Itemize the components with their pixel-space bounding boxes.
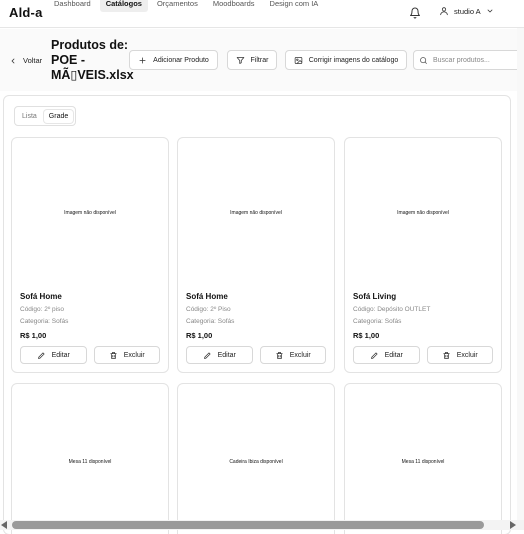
product-category: Categoria: Sofás [353, 318, 402, 325]
product-info: Sofá Home Código: 2º piso Categoria: Sof… [12, 288, 168, 340]
delete-button[interactable]: Excluir [426, 346, 493, 364]
product-code: Código: 2º piso [20, 306, 64, 313]
image-unavailable-text: Imagem não disponível [397, 210, 449, 216]
products-panel: Lista Grade Imagem não disponível Sofá H… [3, 95, 511, 534]
trash-icon [443, 351, 450, 359]
product-image-placeholder: Imagem não disponível [345, 138, 501, 288]
product-price: R$ 1,00 [353, 331, 380, 340]
product-search[interactable] [413, 50, 524, 70]
filter-button[interactable]: Filtrar [227, 50, 277, 70]
page-toolbar: Voltar Produtos de: POE - MÃ▯VEIS.xlsx A… [0, 29, 524, 91]
edit-label: Editar [384, 351, 403, 359]
back-label: Voltar [23, 56, 43, 65]
add-product-button[interactable]: Adicionar Produto [129, 50, 218, 70]
product-card[interactable]: Mesa 11 disponível [344, 383, 502, 534]
product-card[interactable]: Mesa 11 disponível [11, 383, 169, 534]
fix-images-label: Corrigir imagens do catálogo [308, 56, 399, 64]
chevron-left-icon [11, 58, 15, 63]
product-category: Categoria: Sofás [20, 318, 69, 325]
fix-images-button[interactable]: Corrigir imagens do catálogo [285, 50, 407, 70]
user-menu[interactable]: studio A [439, 6, 494, 16]
product-image-placeholder: Cadeira Ibiza disponível [178, 384, 334, 534]
product-image-placeholder: Mesa 11 disponível [345, 384, 501, 534]
product-actions: Editar Excluir [345, 340, 501, 372]
product-image-placeholder: Mesa 11 disponível [12, 384, 168, 534]
add-product-label: Adicionar Produto [153, 56, 209, 64]
image-icon [294, 56, 302, 64]
product-code: Código: Depósito OUTLET [353, 306, 431, 313]
product-info: Sofá Living Código: Depósito OUTLET Cate… [345, 288, 501, 340]
product-actions: Editar Excluir [178, 340, 334, 372]
filter-label: Filtrar [250, 56, 269, 64]
edit-button[interactable]: Editar [186, 346, 253, 364]
product-code: Código: 2º Piso [186, 306, 231, 313]
user-name: studio A [454, 6, 481, 16]
scroll-right-arrow-icon[interactable] [510, 521, 516, 529]
nav-link-orcamentos[interactable]: Orçamentos [151, 0, 204, 12]
nav-link-design-ia[interactable]: Design com IA [264, 0, 325, 12]
edit-label: Editar [217, 351, 236, 359]
user-icon [440, 7, 448, 16]
scroll-left-arrow-icon[interactable] [1, 521, 7, 529]
edit-button[interactable]: Editar [20, 346, 87, 364]
edit-label: Editar [51, 351, 70, 359]
product-card[interactable]: Imagem não disponível Sofá Home Código: … [177, 137, 335, 373]
plus-icon [139, 57, 146, 63]
delete-button[interactable]: Excluir [93, 346, 160, 364]
delete-label: Excluir [123, 351, 145, 359]
pencil-icon [203, 352, 211, 359]
pencil-icon [37, 352, 45, 359]
nav-link-dashboard[interactable]: Dashboard [48, 0, 97, 12]
product-info: Sofá Home Código: 2º Piso Categoria: Sof… [178, 288, 334, 340]
product-price: R$ 1,00 [186, 331, 213, 340]
product-card[interactable]: Imagem não disponível Sofá Home Código: … [11, 137, 169, 373]
horizontal-scroll-thumb[interactable] [12, 521, 484, 529]
search-input[interactable] [433, 56, 523, 64]
chevron-down-icon [487, 9, 493, 13]
nav-link-moodboards[interactable]: Moodboards [207, 0, 261, 12]
product-price: R$ 1,00 [20, 331, 47, 340]
product-image-placeholder: Imagem não disponível [12, 138, 168, 288]
image-unavailable-text: Imagem não disponível [64, 210, 116, 216]
delete-label: Excluir [456, 351, 478, 359]
image-unavailable-text: Mesa 11 disponível [68, 458, 112, 465]
product-name: Sofá Living [353, 292, 397, 301]
product-actions: Editar Excluir [12, 340, 168, 372]
trash-icon [276, 351, 283, 359]
nav-link-catalogos[interactable]: Catálogos [99, 0, 148, 12]
horizontal-scrollbar[interactable] [0, 520, 524, 530]
view-tab-grade[interactable]: Grade [43, 109, 74, 123]
view-toggle: Lista Grade [14, 106, 77, 126]
trash-icon [110, 351, 117, 359]
filter-icon [236, 56, 244, 64]
search-icon [420, 56, 427, 64]
app-brand[interactable]: Ald-a [9, 5, 43, 20]
image-unavailable-text: Cadeira Ibiza disponível [229, 458, 283, 465]
product-card[interactable]: Imagem não disponível Sofá Living Código… [344, 137, 502, 373]
main-nav-links: Dashboard Catálogos Orçamentos Moodboard… [48, 0, 327, 12]
product-category: Categoria: Sofás [186, 318, 235, 325]
view-tab-lista[interactable]: Lista [17, 110, 42, 123]
back-button[interactable]: Voltar [9, 56, 42, 65]
top-navigation: Ald-a Dashboard Catálogos Orçamentos Moo… [0, 0, 524, 28]
page-title: Produtos de: POE - MÃ▯VEIS.xlsx [51, 38, 134, 82]
delete-label: Excluir [289, 351, 311, 359]
product-name: Sofá Home [20, 292, 62, 301]
vertical-scrollbar[interactable] [517, 28, 524, 520]
image-unavailable-text: Imagem não disponível [230, 210, 282, 216]
edit-button[interactable]: Editar [353, 346, 420, 364]
product-image-placeholder: Imagem não disponível [178, 138, 334, 288]
product-card[interactable]: Cadeira Ibiza disponível [177, 383, 335, 534]
bell-icon[interactable] [409, 7, 421, 19]
image-unavailable-text: Mesa 11 disponível [401, 458, 445, 465]
delete-button[interactable]: Excluir [259, 346, 326, 364]
product-name: Sofá Home [186, 292, 228, 301]
pencil-icon [370, 352, 378, 359]
